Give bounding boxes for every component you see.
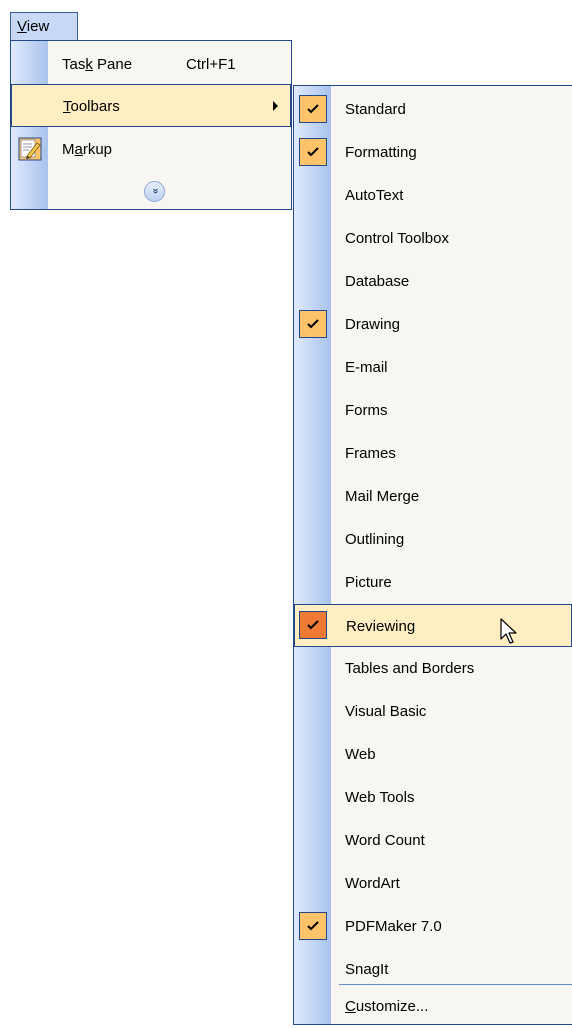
- toolbar-item-label: Outlining: [345, 531, 405, 548]
- menu-item-markup[interactable]: Markup: [11, 128, 291, 171]
- toolbar-item[interactable]: AutoText: [294, 174, 572, 217]
- toolbar-item[interactable]: Visual Basic: [294, 690, 572, 733]
- toolbar-item[interactable]: Frames: [294, 432, 572, 475]
- mouse-pointer-icon: [500, 618, 517, 644]
- toolbar-item[interactable]: Web Tools: [294, 776, 572, 819]
- view-menu[interactable]: View: [10, 12, 78, 41]
- menu-item-shortcut: Ctrl+F1: [186, 56, 236, 73]
- toolbar-item-label: PDFMaker 7.0: [345, 918, 442, 935]
- menu-bar: View: [0, 0, 572, 41]
- menu-item-label: Markup: [62, 141, 113, 158]
- menu-item-label: Task Pane: [62, 56, 133, 73]
- toolbar-item-label: Mail Merge: [345, 488, 420, 505]
- toolbar-item[interactable]: Forms: [294, 389, 572, 432]
- toolbar-item-label: Database: [345, 273, 410, 290]
- checkmark-icon: [299, 138, 327, 166]
- toolbar-item[interactable]: Word Count: [294, 819, 572, 862]
- view-menu-label: iew: [26, 18, 50, 35]
- view-dropdown-menu: Task Pane Ctrl+F1 Toolbars Markup »: [10, 40, 292, 210]
- toolbar-item[interactable]: Outlining: [294, 518, 572, 561]
- toolbar-item-label: Formatting: [345, 144, 417, 161]
- markup-pencil-icon: [18, 137, 42, 161]
- toolbar-item-label: Control Toolbox: [345, 230, 449, 247]
- toolbar-item-label: Visual Basic: [345, 703, 427, 720]
- toolbar-item[interactable]: Web: [294, 733, 572, 776]
- toolbar-item[interactable]: Mail Merge: [294, 475, 572, 518]
- toolbar-item-label: WordArt: [345, 875, 400, 892]
- toolbar-item[interactable]: PDFMaker 7.0: [294, 905, 572, 948]
- toolbar-item-label: Web Tools: [345, 789, 415, 806]
- menu-item-customize[interactable]: Customize...: [294, 985, 572, 1028]
- menu-item-task-pane[interactable]: Task Pane Ctrl+F1: [11, 43, 291, 86]
- checkmark-icon: [299, 912, 327, 940]
- toolbars-submenu: Standard Formatting AutoText Control Toolbo…: [293, 85, 572, 1025]
- toolbar-item-label: Web: [345, 746, 376, 763]
- toolbar-item-label: Tables and Borders: [345, 660, 475, 677]
- menu-item-label: Customize...: [345, 998, 429, 1015]
- toolbar-item-label: Reviewing: [346, 618, 416, 635]
- toolbar-item[interactable]: Tables and Borders: [294, 647, 572, 690]
- toolbar-item[interactable]: Database: [294, 260, 572, 303]
- toolbar-item[interactable]: Reviewing: [294, 604, 572, 647]
- chevron-double-down-icon[interactable]: »: [144, 181, 165, 202]
- toolbar-item[interactable]: Standard: [294, 88, 572, 131]
- view-menu-mnemonic: V: [17, 18, 27, 35]
- toolbar-item[interactable]: Formatting: [294, 131, 572, 174]
- toolbar-item-label: Picture: [345, 574, 392, 591]
- toolbar-item[interactable]: Control Toolbox: [294, 217, 572, 260]
- toolbar-item[interactable]: WordArt: [294, 862, 572, 905]
- menu-item-label: Toolbars: [63, 98, 120, 115]
- toolbar-item[interactable]: E-mail: [294, 346, 572, 389]
- toolbar-item-label: Frames: [345, 445, 396, 462]
- toolbar-item-label: AutoText: [345, 187, 404, 204]
- toolbar-item-label: Forms: [345, 402, 388, 419]
- menu-item-toolbars[interactable]: Toolbars: [11, 84, 291, 127]
- checkmark-icon: [299, 310, 327, 338]
- expand-glyph: »: [149, 188, 161, 194]
- toolbar-item[interactable]: Picture: [294, 561, 572, 604]
- checkmark-icon: [299, 611, 327, 639]
- submenu-arrow-icon: [273, 101, 278, 111]
- toolbar-item[interactable]: Drawing: [294, 303, 572, 346]
- checkmark-icon: [299, 95, 327, 123]
- toolbar-item-label: Drawing: [345, 316, 401, 333]
- toolbar-item-label: E-mail: [345, 359, 388, 376]
- toolbar-item-label: Word Count: [345, 832, 425, 849]
- toolbar-item-label: Standard: [345, 101, 406, 118]
